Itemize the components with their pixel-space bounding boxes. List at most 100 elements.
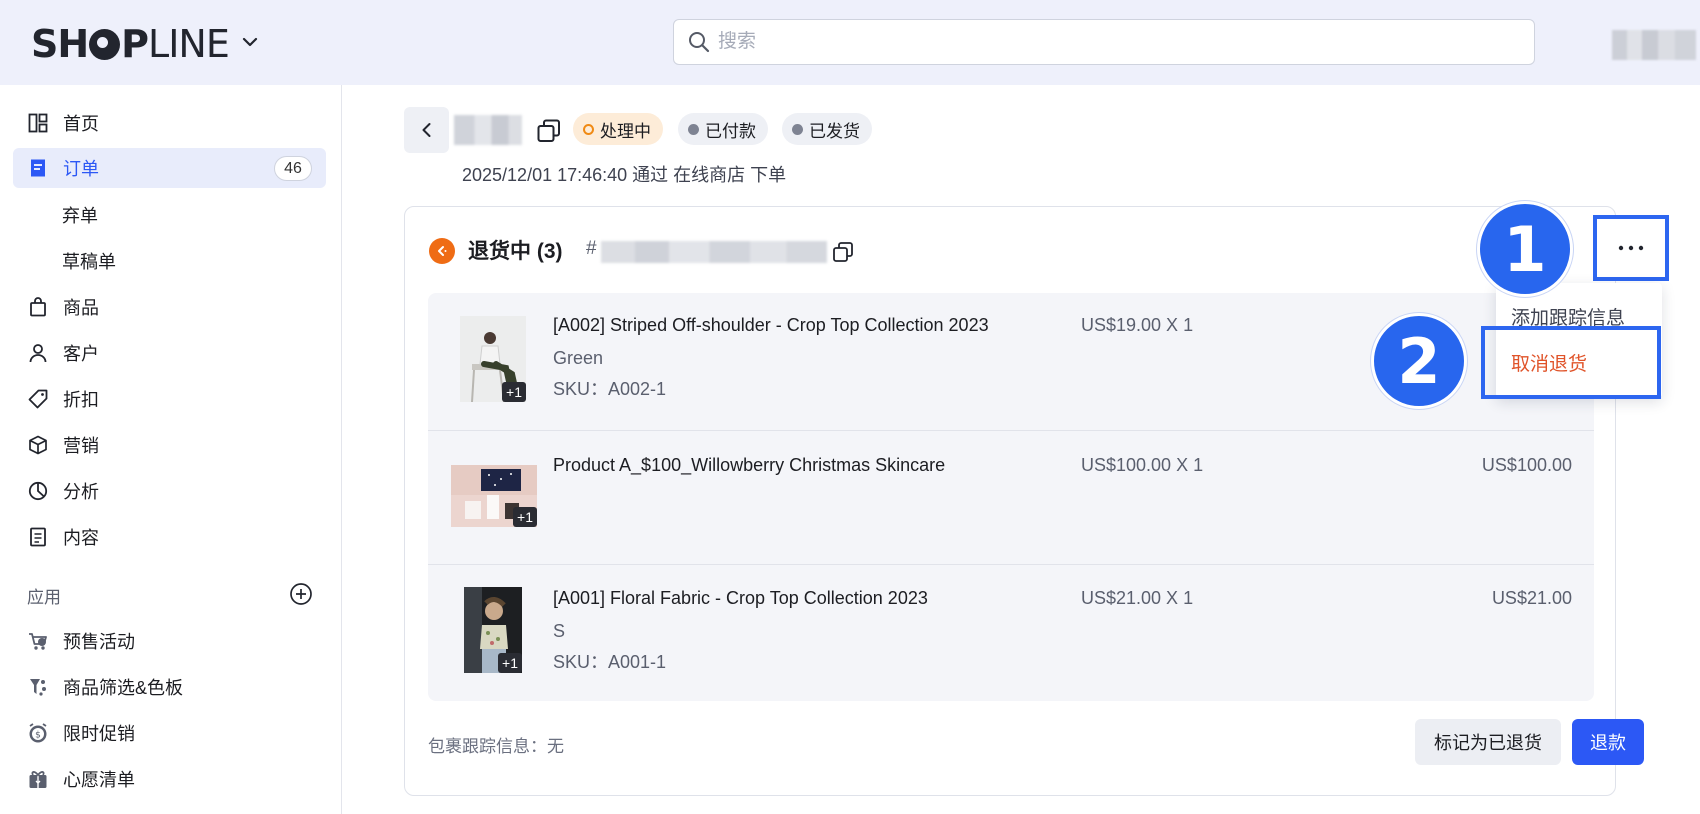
filter-icon: [27, 676, 49, 698]
sidebar-item-label: 商品: [63, 298, 99, 318]
top-bar: SH P LINE: [0, 0, 1700, 85]
pie-chart-icon: [27, 480, 49, 502]
list-item[interactable]: +1 Product A_$100_Willowberry Christmas …: [428, 431, 1594, 565]
main-content: 处理中 已付款 已发货 2025/12/01 17:46:40 通过 在线商店 …: [343, 85, 1700, 814]
mark-returned-button[interactable]: 标记为已退货: [1415, 719, 1561, 765]
logo-text-p: P: [121, 22, 149, 66]
shopping-bag-icon: [27, 296, 49, 318]
sidebar-item-label: 内容: [63, 528, 99, 548]
shopline-logo[interactable]: SH P LINE: [31, 22, 230, 66]
product-thumbnail: +1: [464, 587, 522, 673]
sidebar-item-home[interactable]: 首页: [13, 103, 326, 143]
chevron-down-icon[interactable]: [240, 32, 260, 52]
step-1-marker: 1: [1477, 201, 1573, 297]
sidebar-item-flash-sale[interactable]: $ 限时促销: [13, 713, 326, 753]
search-bar[interactable]: [673, 19, 1535, 65]
sidebar-item-discounts[interactable]: 折扣: [13, 379, 326, 419]
sidebar-item-orders[interactable]: 订单 46: [13, 148, 326, 188]
orders-icon: [27, 157, 49, 179]
item-sku: SKU：A002-1: [553, 379, 667, 399]
sidebar-item-product-filter[interactable]: 商品筛选&色板: [13, 667, 326, 707]
sidebar-item-label: 折扣: [63, 390, 99, 410]
item-name[interactable]: [A002] Striped Off-shoulder - Crop Top C…: [553, 315, 989, 336]
dashboard-icon: [27, 112, 49, 134]
more-actions-button[interactable]: [1593, 215, 1669, 281]
logo-mark-icon: [89, 28, 121, 60]
sidebar-item-label: 首页: [63, 114, 99, 134]
sidebar-item-presale[interactable]: 预售活动: [13, 621, 326, 661]
sidebar-item-content[interactable]: 内容: [13, 517, 326, 557]
add-app-icon[interactable]: [289, 582, 313, 606]
sidebar-item-customers[interactable]: 客户: [13, 333, 326, 373]
list-item[interactable]: +1 [A001] Floral Fabric - Crop Top Colle…: [428, 565, 1594, 701]
sidebar-item-analytics[interactable]: 分析: [13, 471, 326, 511]
status-label: 已付款: [705, 121, 756, 141]
status-badge-paid: 已付款: [678, 113, 768, 145]
document-icon: [27, 526, 49, 548]
processing-dot-icon: [583, 123, 594, 135]
more-images-badge: +1: [513, 507, 537, 527]
status-dot-icon: [688, 123, 699, 135]
copy-icon[interactable]: [536, 118, 562, 144]
item-price: US$100.00 X 1: [1081, 455, 1204, 475]
item-name[interactable]: Product A_$100_Willowberry Christmas Ski…: [553, 455, 945, 476]
highlight-box: [1481, 326, 1661, 399]
sidebar-item-marketing[interactable]: 营销: [13, 425, 326, 465]
return-hash-prefix: #: [586, 238, 597, 259]
status-badge-processing: 处理中: [573, 113, 663, 145]
order-number: [454, 115, 522, 145]
apps-section-label: 应用: [27, 588, 61, 607]
step-2-marker: 2: [1371, 313, 1467, 409]
item-sku: SKU：A001-1: [553, 652, 667, 672]
item-price: US$19.00 X 1: [1081, 315, 1194, 335]
status-dot-icon: [792, 123, 803, 135]
sidebar-item-label: 商品筛选&色板: [63, 678, 184, 698]
sidebar-item-label: 草稿单: [62, 252, 116, 272]
orders-count-badge: 46: [274, 156, 312, 181]
box-icon: [27, 434, 49, 456]
sidebar-item-label: 限时促销: [63, 724, 135, 744]
item-price: US$21.00 X 1: [1081, 588, 1194, 608]
item-total: US$100.00: [1481, 455, 1572, 475]
timer-icon: $: [27, 722, 49, 744]
sidebar-item-label: 营销: [63, 436, 99, 456]
sidebar-item-label: 心愿清单: [63, 770, 135, 790]
sidebar-item-abandoned[interactable]: 弃单: [13, 195, 326, 235]
copy-icon[interactable]: [832, 241, 854, 263]
order-meta-text: 2025/12/01 17:46:40 通过 在线商店 下单: [462, 165, 787, 185]
more-images-badge: +1: [502, 382, 526, 402]
ellipsis-icon: [1618, 245, 1644, 251]
user-icon: [27, 342, 49, 364]
return-card-title: 退货中 (3): [468, 240, 563, 263]
item-variant: Green: [553, 348, 604, 368]
user-avatar[interactable]: [1612, 30, 1696, 60]
item-name[interactable]: [A001] Floral Fabric - Crop Top Collecti…: [553, 588, 928, 609]
item-variant: S: [553, 621, 566, 641]
status-badge-shipped: 已发货: [782, 113, 872, 145]
sidebar-item-label: 客户: [63, 344, 99, 364]
sidebar-item-drafts[interactable]: 草稿单: [13, 241, 326, 281]
sidebar-item-wishlist[interactable]: 心愿清单: [13, 759, 326, 799]
back-button[interactable]: [404, 107, 449, 153]
product-thumbnail: +1: [451, 465, 537, 527]
sidebar-item-label: 预售活动: [63, 632, 135, 652]
return-card: 退货中 (3) # +1 [A002] Striped Off-shoulder…: [404, 206, 1644, 796]
status-label: 处理中: [600, 121, 651, 141]
presale-icon: [27, 630, 49, 652]
item-total: US$21.00: [1491, 588, 1572, 608]
refund-button[interactable]: 退款: [1572, 719, 1644, 765]
logo-text-end: LINE: [148, 22, 230, 66]
gift-icon: [27, 768, 49, 790]
return-icon: [429, 238, 455, 264]
sidebar-item-label: 弃单: [62, 206, 98, 226]
status-label: 已发货: [809, 121, 860, 141]
product-thumbnail: +1: [460, 316, 526, 402]
sidebar-item-label: 订单: [63, 159, 99, 179]
logo-text-start: SH: [31, 22, 89, 66]
sidebar-item-label: 分析: [63, 482, 99, 502]
tag-icon: [27, 388, 49, 410]
tracking-info-text: 包裹跟踪信息：无: [428, 737, 564, 756]
search-input[interactable]: [718, 31, 1478, 53]
svg-text:$: $: [35, 731, 41, 741]
sidebar-item-products[interactable]: 商品: [13, 287, 326, 327]
